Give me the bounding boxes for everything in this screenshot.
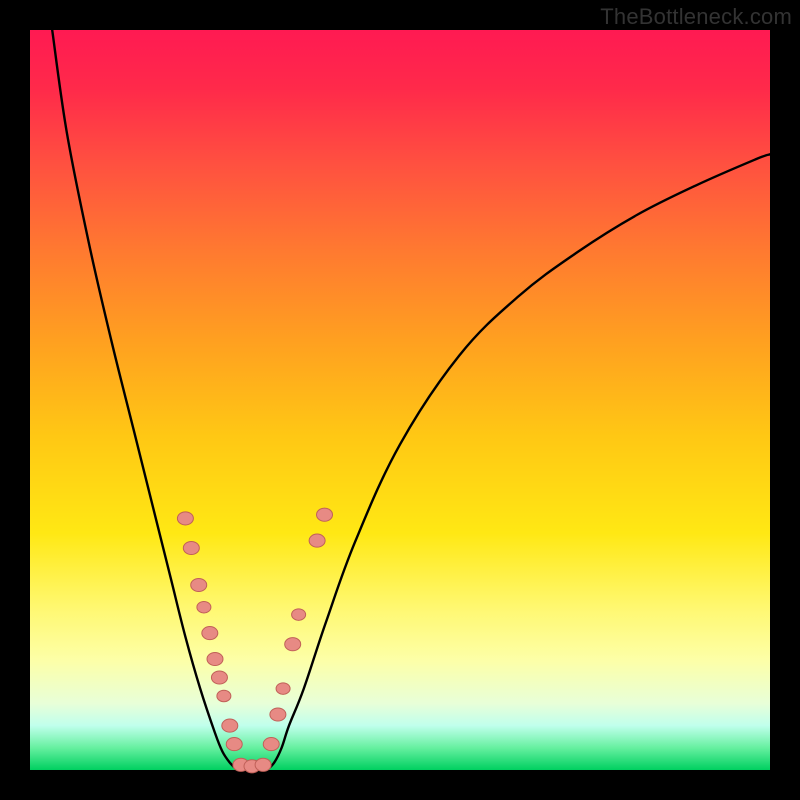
data-marker [183,541,199,554]
chart-svg [30,30,770,770]
data-marker [222,719,238,732]
data-marker [211,671,227,684]
data-marker [270,708,286,721]
data-marker [309,534,325,547]
data-marker [263,738,279,751]
data-marker [207,652,223,665]
chart-frame: TheBottleneck.com [0,0,800,800]
data-marker [197,601,211,612]
data-marker [276,683,290,694]
data-marker [191,578,207,591]
data-marker [202,627,218,640]
data-marker [217,690,231,701]
marker-layer [177,508,332,773]
data-marker [255,758,271,771]
data-marker [285,638,301,651]
data-marker [317,508,333,521]
right-curve [267,154,770,770]
plot-area [30,30,770,770]
data-marker [292,609,306,620]
watermark-text: TheBottleneck.com [600,4,792,30]
data-marker [226,738,242,751]
data-marker [177,512,193,525]
